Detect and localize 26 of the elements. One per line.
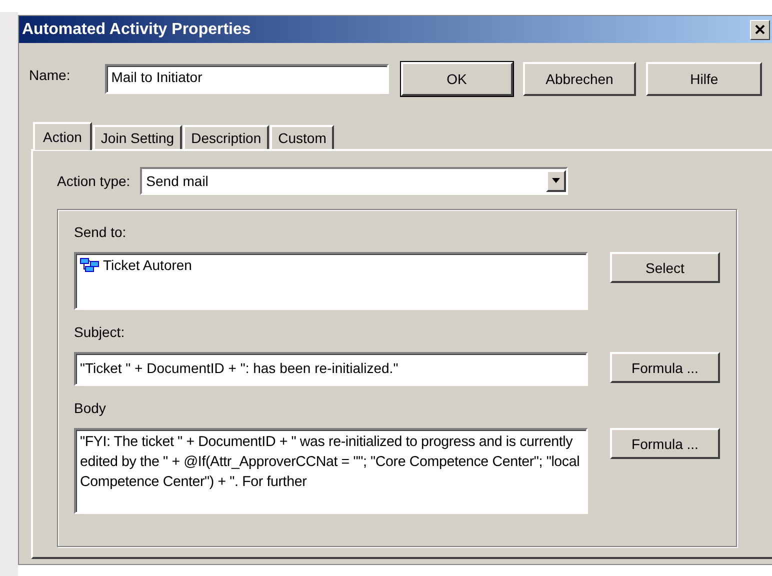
list-item[interactable]: Ticket Autoren <box>103 257 192 273</box>
subject-label: Subject: <box>74 324 125 340</box>
dropdown-arrow-icon <box>551 178 562 184</box>
dialog-button[interactable]: OK <box>400 62 513 96</box>
close-button[interactable] <box>750 20 770 40</box>
dialog-button[interactable]: Hilfe <box>646 62 762 96</box>
tab[interactable]: Custom <box>270 125 334 149</box>
close-icon <box>755 25 765 34</box>
formula-button[interactable]: Formula ... <box>610 352 720 383</box>
subject-field[interactable]: "Ticket " + DocumentID + ": has been re-initialized." <box>74 352 588 386</box>
name-label: Name: <box>29 67 72 83</box>
tab[interactable]: Join Setting <box>92 125 182 149</box>
action-type-dropdown[interactable]: Send mail <box>140 167 568 195</box>
dialog-button[interactable]: Abbrechen <box>522 62 636 96</box>
formula-button[interactable]: Formula ... <box>610 428 720 459</box>
body-label: Body <box>74 400 106 416</box>
group-icon <box>80 258 100 272</box>
action-type-label: Action type: <box>57 173 130 189</box>
recipient-list[interactable]: Ticket Autoren <box>74 252 588 310</box>
body-field[interactable]: "FYI: The ticket " + DocumentID + " was re-initialized to progress and is currently edited by the " + @If(Attr_ApproverCCNat = ""; "Core Competence Center"; "local Competence Center") + ". For further <box>74 428 588 514</box>
select-button[interactable]: Select <box>610 252 720 283</box>
window-title: Automated Activity Properties <box>22 20 251 38</box>
tab[interactable]: Description <box>183 125 270 149</box>
send-to-label: Send to: <box>74 224 126 240</box>
tab[interactable]: Action <box>33 122 92 150</box>
name-field[interactable]: Mail to Initiator <box>105 64 389 94</box>
